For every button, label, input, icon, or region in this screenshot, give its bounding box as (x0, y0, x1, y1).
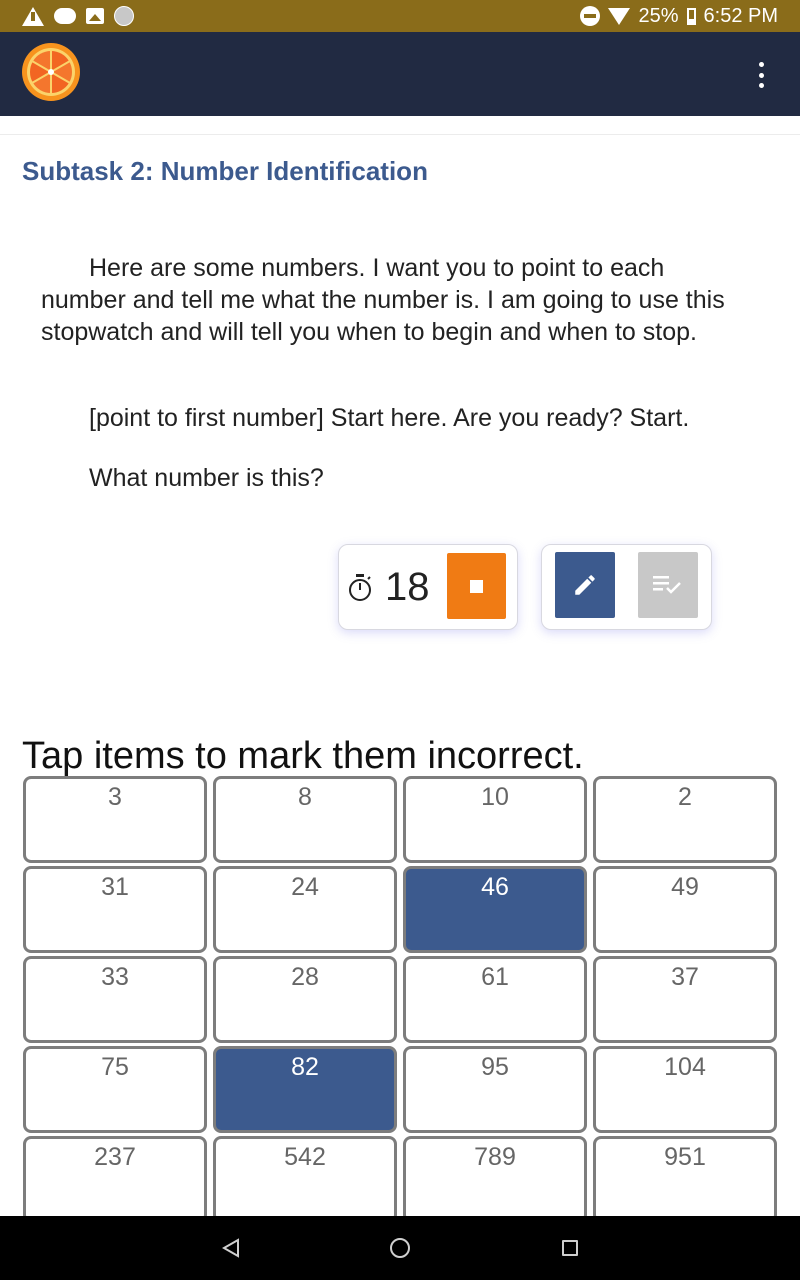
wifi-icon (608, 7, 631, 25)
status-bar: 25% 6:52 PM (0, 0, 800, 32)
battery-percent: 25% (638, 4, 679, 27)
playlist-check-icon (653, 576, 681, 594)
number-cell-label: 31 (101, 873, 129, 901)
number-cell-label: 24 (291, 873, 319, 901)
number-cell-label: 75 (101, 1053, 129, 1081)
number-cell[interactable]: 75 (23, 1046, 207, 1133)
divider (0, 134, 800, 135)
page-title: Subtask 2: Number Identification (22, 156, 428, 186)
do-not-disturb-icon (580, 6, 601, 26)
grid-instruction: Tap items to mark them incorrect. (22, 735, 584, 777)
number-cell-label: 10 (481, 783, 509, 811)
number-cell[interactable]: 951 (593, 1136, 777, 1223)
prompt-start: [point to first number] Start here. Are … (89, 404, 690, 432)
number-cell-label: 49 (671, 873, 699, 901)
pencil-icon (575, 575, 595, 595)
stopwatch-icon (349, 574, 371, 601)
number-cell[interactable]: 789 (403, 1136, 587, 1223)
number-cell-label: 789 (474, 1143, 516, 1171)
number-cell-label: 28 (291, 963, 319, 991)
home-icon[interactable] (390, 1238, 410, 1258)
number-cell-label: 37 (671, 963, 699, 991)
stop-timer-button[interactable] (447, 553, 506, 619)
number-cell-label: 46 (481, 873, 509, 901)
number-cell[interactable]: 237 (23, 1136, 207, 1223)
battery-icon (686, 7, 696, 25)
number-cell[interactable]: 33 (23, 956, 207, 1043)
edit-button[interactable] (555, 552, 615, 618)
number-cell[interactable]: 28 (213, 956, 397, 1043)
number-cell[interactable]: 82 (213, 1046, 397, 1133)
number-cell-label: 33 (101, 963, 129, 991)
number-cell-label: 542 (284, 1143, 326, 1171)
weather-icon (54, 8, 76, 24)
number-cell[interactable]: 61 (403, 956, 587, 1043)
number-cell-label: 3 (108, 783, 122, 811)
number-cell-label: 95 (481, 1053, 509, 1081)
stop-icon (470, 580, 483, 593)
number-cell[interactable]: 46 (403, 866, 587, 953)
number-cell[interactable]: 49 (593, 866, 777, 953)
image-icon (86, 8, 104, 24)
notification-icons (22, 5, 134, 27)
number-cell-label: 8 (298, 783, 312, 811)
timer-card: 18 (338, 544, 518, 630)
timer-value: 18 (385, 565, 430, 609)
number-cell-label: 951 (664, 1143, 706, 1171)
number-cell-label: 61 (481, 963, 509, 991)
back-icon[interactable] (222, 1238, 240, 1258)
number-cell-label: 2 (678, 783, 692, 811)
number-cell-label: 237 (94, 1143, 136, 1171)
warning-icon (22, 6, 44, 26)
nav-bar (0, 1216, 800, 1280)
tools-card (541, 544, 712, 630)
prompt-question: What number is this? (89, 464, 324, 492)
number-cell[interactable]: 24 (213, 866, 397, 953)
number-cell[interactable]: 10 (403, 776, 587, 863)
app-bar (0, 32, 800, 116)
number-cell[interactable]: 542 (213, 1136, 397, 1223)
system-icons: 25% 6:52 PM (580, 0, 778, 32)
number-cell[interactable]: 3 (23, 776, 207, 863)
orange-slice-logo (22, 43, 80, 101)
instructions-text: Here are some numbers. I want you to poi… (41, 254, 725, 346)
clock: 6:52 PM (703, 4, 778, 27)
number-cell-label: 82 (291, 1053, 319, 1081)
circle-icon (114, 6, 134, 26)
review-list-button[interactable] (638, 552, 698, 618)
number-cell[interactable]: 2 (593, 776, 777, 863)
number-cell[interactable]: 8 (213, 776, 397, 863)
number-cell-label: 104 (664, 1053, 706, 1081)
number-cell[interactable]: 104 (593, 1046, 777, 1133)
more-vert-icon[interactable] (754, 62, 768, 88)
recent-apps-icon[interactable] (562, 1240, 578, 1256)
number-cell[interactable]: 37 (593, 956, 777, 1043)
number-cell[interactable]: 31 (23, 866, 207, 953)
number-cell[interactable]: 95 (403, 1046, 587, 1133)
